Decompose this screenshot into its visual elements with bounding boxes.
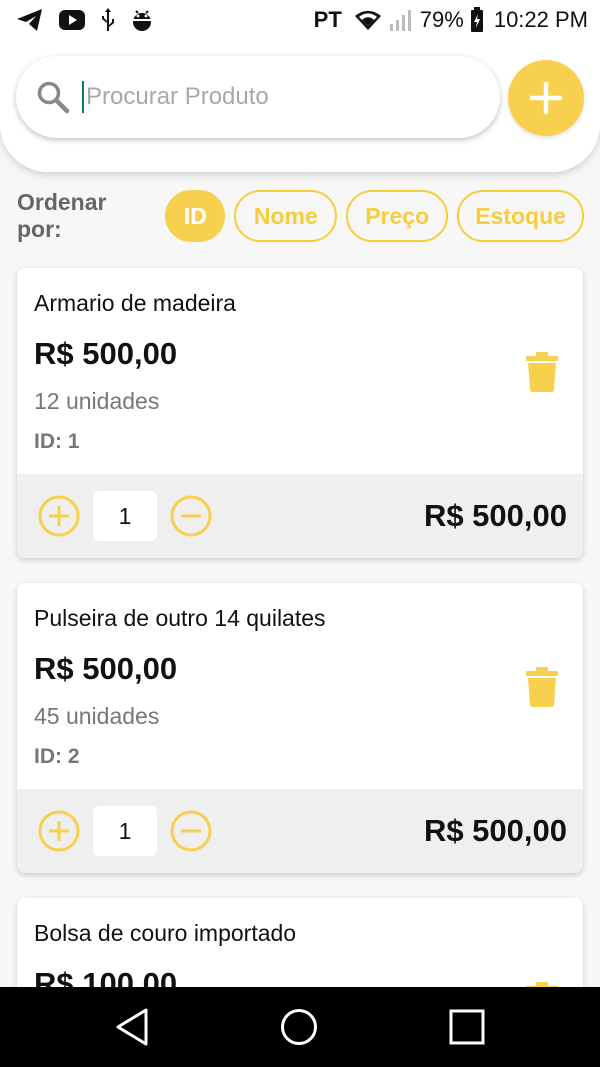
product-id: ID: 2: [34, 745, 80, 768]
minus-circle-icon: [170, 810, 212, 852]
product-card: Pulseira de outro 14 quilates R$ 500,00 …: [17, 583, 583, 873]
recents-icon[interactable]: [449, 1009, 485, 1045]
product-info: Pulseira de outro 14 quilates R$ 500,00 …: [17, 583, 583, 789]
usb-icon: [102, 8, 114, 31]
status-bar-left: [16, 7, 154, 33]
sort-chip-price[interactable]: Preço: [346, 190, 449, 242]
product-name: Pulseira de outro 14 quilates: [34, 605, 326, 631]
text-cursor: [82, 81, 84, 113]
sort-chip-stock[interactable]: Estoque: [457, 190, 584, 242]
search-header: [0, 40, 600, 172]
wifi-icon: [354, 10, 381, 30]
product-name: Bolsa de couro importado: [34, 920, 297, 946]
decrement-button[interactable]: [169, 494, 213, 538]
quantity-bar: 1 R$ 500,00: [17, 474, 583, 558]
product-price: R$ 500,00: [34, 336, 178, 371]
plus-circle-icon: [38, 495, 80, 537]
trash-icon[interactable]: [525, 667, 559, 707]
search-box[interactable]: [16, 56, 500, 138]
product-stock: 45 unidades: [34, 703, 160, 729]
plus-circle-icon: [38, 810, 80, 852]
navigation-bar: [0, 987, 600, 1067]
youtube-icon: [59, 10, 85, 30]
clock: 10:22 PM: [493, 7, 588, 32]
android-debug-icon: [132, 10, 152, 31]
product-name: Armario de madeira: [34, 290, 236, 316]
home-icon[interactable]: [280, 1008, 318, 1046]
signal-icon: [389, 10, 411, 31]
battery-percentage: 79%: [419, 7, 464, 32]
product-subtotal: R$ 500,00: [423, 813, 567, 848]
back-icon[interactable]: [115, 1008, 149, 1046]
decrement-button[interactable]: [169, 809, 213, 853]
product-id: ID: 1: [34, 430, 80, 453]
product-subtotal: R$ 500,00: [423, 498, 567, 533]
status-bar-right: PT 79% 10:22 PM: [314, 7, 588, 33]
quantity-field[interactable]: 1: [93, 491, 157, 541]
sort-chip-name[interactable]: Nome: [234, 190, 338, 242]
product-card: Armario de madeira R$ 500,00 12 unidades…: [17, 268, 583, 558]
increment-button[interactable]: [37, 494, 81, 538]
status-bar: PT 79% 10:22 PM: [0, 0, 600, 40]
sort-bar: Ordenar por: ID Nome Preço Estoque: [17, 188, 584, 244]
battery-icon: [470, 7, 483, 32]
sort-label: Ordenar por:: [17, 189, 107, 242]
plus-icon: [529, 81, 563, 115]
product-info: Armario de madeira R$ 500,00 12 unidades…: [17, 268, 583, 474]
product-price: R$ 500,00: [34, 651, 178, 686]
carrier-label: PT: [313, 7, 342, 32]
sort-chip-id[interactable]: ID: [165, 190, 226, 242]
product-stock: 12 unidades: [34, 388, 160, 414]
quantity-bar: 1 R$ 500,00: [17, 789, 583, 873]
search-input[interactable]: [86, 83, 466, 111]
increment-button[interactable]: [37, 809, 81, 853]
trash-icon[interactable]: [525, 352, 559, 392]
add-product-button[interactable]: [508, 60, 584, 136]
quantity-field[interactable]: 1: [93, 806, 157, 856]
telegram-icon: [17, 9, 42, 31]
minus-circle-icon: [170, 495, 212, 537]
search-icon: [37, 81, 70, 114]
